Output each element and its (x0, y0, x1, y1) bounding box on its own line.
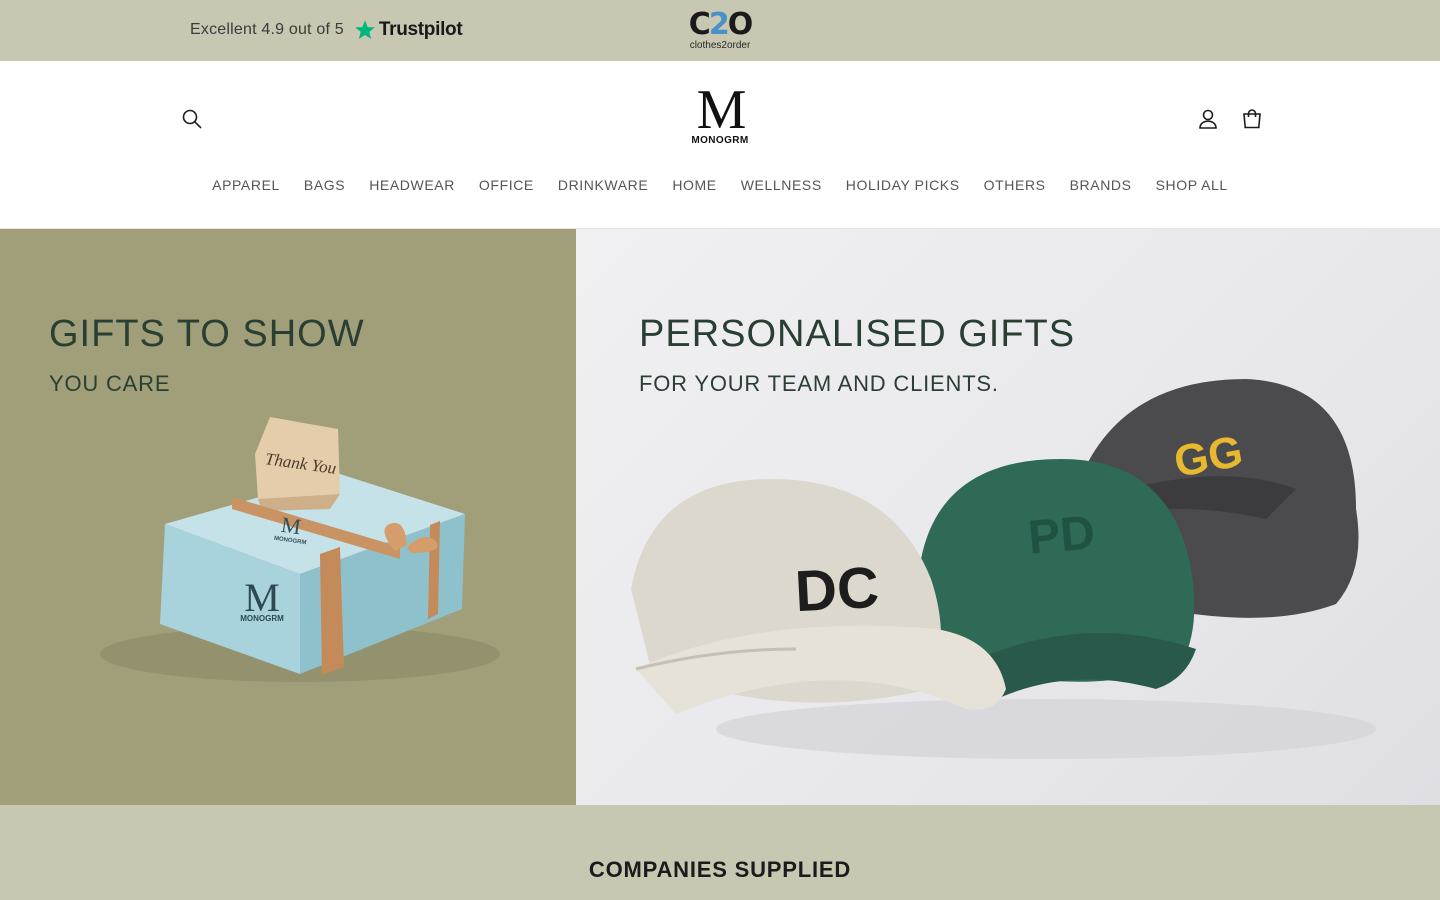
cap-dc-embroidery: DC (793, 555, 880, 624)
nav-item-bags[interactable]: BAGS (304, 177, 345, 199)
clothes2order-mark: C2O (688, 7, 753, 42)
trustpilot-rating-link[interactable]: Excellent 4.9 out of 5 Trustpilot (190, 14, 463, 46)
site-header: M MONOGRM APPAREL BAGS HEADWEAR OFFICE D… (0, 61, 1440, 229)
nav-item-home[interactable]: HOME (672, 177, 716, 199)
svg-text:MONOGRM: MONOGRM (240, 614, 284, 623)
trustpilot-logo: Trustpilot (354, 19, 463, 41)
hero-gifts-banner[interactable]: Thank You M MONOGRM M MONOGRM GIFTS TO S… (0, 229, 576, 805)
monogrm-logo[interactable]: M MONOGRM (680, 79, 760, 151)
announcement-bar: Excellent 4.9 out of 5 Trustpilot C2O cl… (0, 0, 1440, 61)
nav-item-drinkware[interactable]: DRINKWARE (558, 177, 648, 199)
nav-item-wellness[interactable]: WELLNESS (741, 177, 822, 199)
hero-left-subtitle: YOU CARE (49, 371, 171, 396)
nav-item-brands[interactable]: BRANDS (1070, 177, 1132, 199)
search-button[interactable] (172, 99, 212, 139)
hero-right-title: PERSONALISED GIFTS (639, 313, 1076, 355)
nav-item-shop-all[interactable]: SHOP ALL (1156, 177, 1228, 199)
hero-personalised-banner[interactable]: GG PD DC PERSONALISED GIFTS FOR YOUR TEA… (576, 229, 1440, 805)
nav-item-headwear[interactable]: HEADWEAR (369, 177, 455, 199)
nav-item-apparel[interactable]: APPAREL (212, 177, 280, 199)
clothes2order-logo[interactable]: C2O clothes2order (681, 10, 759, 52)
nav-item-others[interactable]: OTHERS (984, 177, 1046, 199)
cart-button[interactable] (1232, 99, 1272, 139)
search-icon (182, 109, 202, 129)
main-navigation: APPAREL BAGS HEADWEAR OFFICE DRINKWARE H… (0, 177, 1440, 199)
hero-right-subtitle: FOR YOUR TEAM AND CLIENTS. (639, 371, 999, 396)
logo-monogram: M (696, 79, 747, 141)
nav-item-office[interactable]: OFFICE (479, 177, 534, 199)
companies-supplied-heading: COMPANIES SUPPLIED (588, 857, 852, 882)
nav-item-holiday-picks[interactable]: HOLIDAY PICKS (846, 177, 960, 199)
hero-left-title: GIFTS TO SHOW (49, 313, 365, 355)
svg-text:M: M (280, 512, 303, 539)
account-button[interactable] (1188, 99, 1228, 139)
trustpilot-wordmark: Trustpilot (378, 19, 463, 40)
rating-text: Excellent 4.9 out of 5 (190, 21, 344, 38)
account-icon (1199, 109, 1217, 129)
logo-wordmark: MONOGRM (691, 135, 749, 146)
cart-icon (1243, 109, 1261, 129)
companies-supplied-section: COMPANIES SUPPLIED (0, 805, 1440, 900)
clothes2order-text: clothes2order (689, 40, 751, 51)
trustpilot-star-icon (355, 20, 375, 39)
cap-pd-embroidery: PD (1026, 506, 1097, 565)
